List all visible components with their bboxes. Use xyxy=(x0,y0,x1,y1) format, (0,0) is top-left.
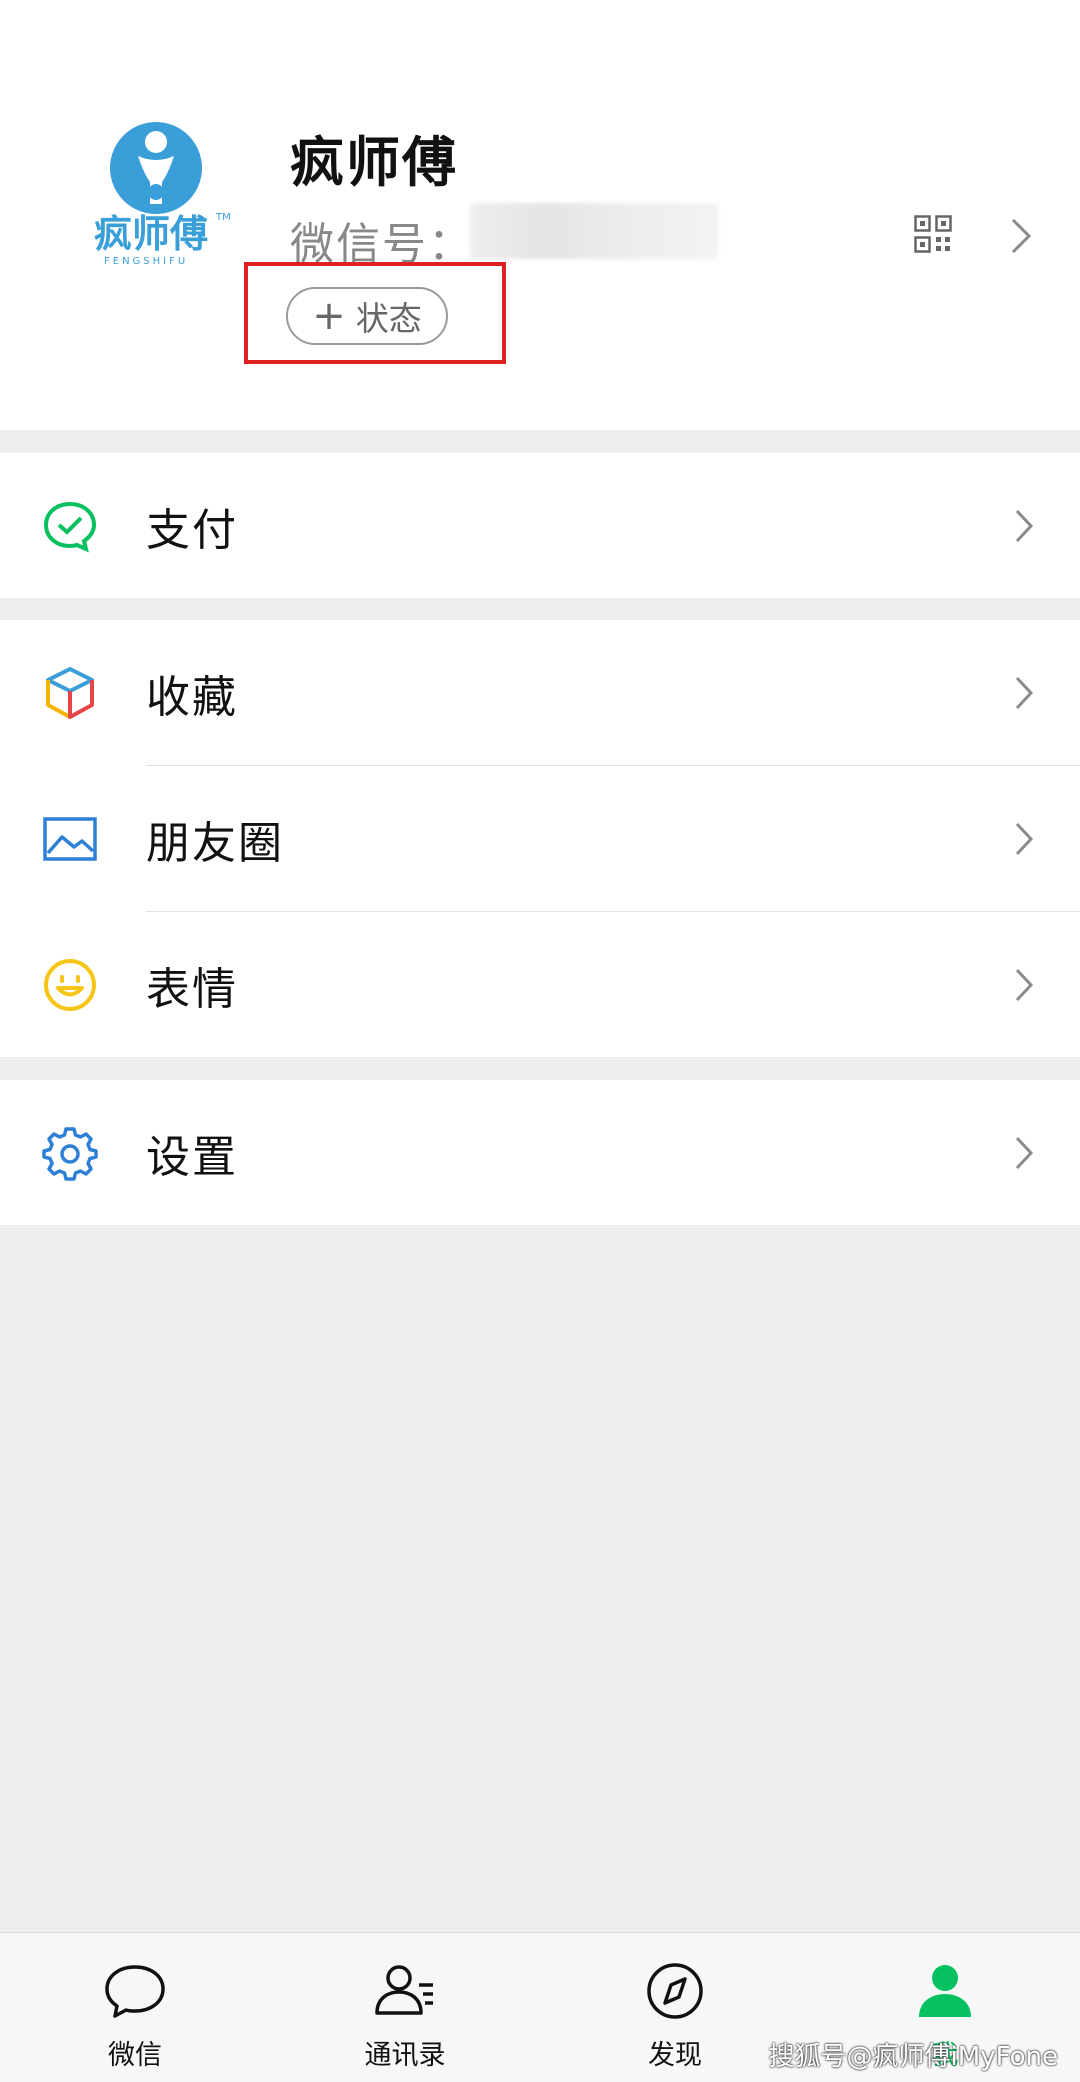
favorites-cube-icon xyxy=(42,665,98,721)
svg-text:疯师傅: 疯师傅 xyxy=(94,212,208,256)
menu-item-moments[interactable]: 朋友圈 xyxy=(0,766,1080,911)
chevron-right-icon xyxy=(1014,821,1034,857)
gear-icon xyxy=(42,1125,98,1181)
chevron-right-icon xyxy=(1014,967,1034,1003)
qr-code-icon[interactable] xyxy=(914,215,952,253)
menu-label-settings: 设置 xyxy=(146,1131,238,1183)
chat-bubble-icon xyxy=(103,1961,167,2021)
menu-section-content: 收藏 朋友圈 表情 xyxy=(0,620,1080,1057)
fengshifu-logo-icon: 疯师傅 TM FENGSHIFU xyxy=(94,122,231,267)
menu-label-pay: 支付 xyxy=(146,504,238,556)
tab-chats[interactable]: 微信 xyxy=(0,1933,270,2082)
highlight-box xyxy=(244,262,506,364)
chevron-right-icon xyxy=(1014,675,1034,711)
svg-text:FENGSHIFU: FENGSHIFU xyxy=(104,256,188,267)
profile-header[interactable]: 疯师傅 TM FENGSHIFU 疯师傅 微信号： + 状态 xyxy=(0,0,1080,430)
menu-section-settings: 设置 xyxy=(0,1080,1080,1225)
chevron-right-icon xyxy=(1014,1135,1034,1171)
menu-item-settings[interactable]: 设置 xyxy=(0,1080,1080,1225)
profile-name: 疯师傅 xyxy=(290,131,458,194)
smiley-icon xyxy=(42,957,98,1013)
menu-section-pay: 支付 xyxy=(0,453,1080,598)
menu-label-stickers: 表情 xyxy=(146,963,238,1015)
menu-item-favorites[interactable]: 收藏 xyxy=(0,620,1080,765)
watermark: 搜狐号@疯师傅iMyFone xyxy=(768,2042,1058,2072)
wechat-id-redacted xyxy=(470,203,718,259)
wechat-pay-icon xyxy=(42,498,98,554)
avatar[interactable]: 疯师傅 TM FENGSHIFU xyxy=(88,112,238,272)
contacts-icon xyxy=(373,1961,437,2021)
menu-label-favorites: 收藏 xyxy=(146,671,238,723)
tab-label-chats: 微信 xyxy=(108,2040,162,2071)
tab-contacts[interactable]: 通讯录 xyxy=(270,1933,540,2082)
compass-icon xyxy=(643,1961,707,2021)
menu-item-pay[interactable]: 支付 xyxy=(0,453,1080,598)
svg-text:TM: TM xyxy=(215,212,231,223)
chevron-right-icon xyxy=(1014,508,1034,544)
me-person-icon xyxy=(913,1961,977,2021)
tab-label-contacts: 通讯录 xyxy=(364,2040,446,2071)
menu-label-moments: 朋友圈 xyxy=(146,817,284,869)
moments-image-icon xyxy=(42,811,98,867)
menu-item-stickers[interactable]: 表情 xyxy=(0,912,1080,1057)
chevron-right-icon[interactable] xyxy=(1010,217,1032,255)
